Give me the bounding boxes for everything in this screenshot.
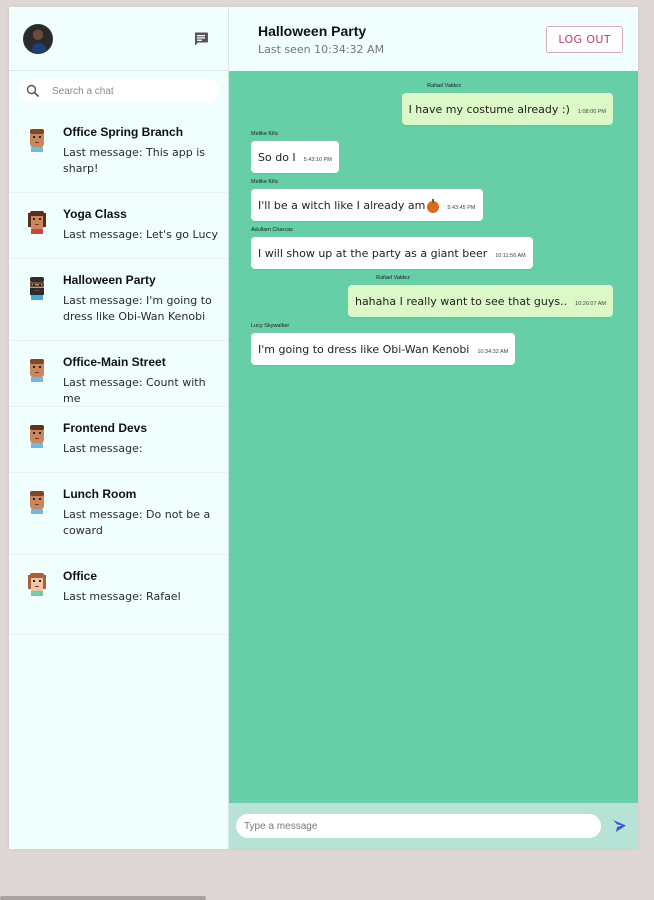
chat-last-message: Last message: Count with me [63, 376, 206, 405]
send-icon [612, 820, 626, 832]
chat-info: Yoga Class Last message: Let's go Lucy [63, 207, 220, 258]
message-text: I have my costume already :) [408, 103, 570, 116]
avatar-bun [23, 421, 51, 449]
message-time: 10:11:56 AM [495, 253, 526, 259]
chat-info: Office-Main Street Last message: Count wi… [63, 355, 220, 406]
chat-list: Office Spring Branch Last message: This a… [9, 111, 228, 849]
message-author: Rafael Valdez [427, 83, 461, 89]
avatar-bearded [23, 273, 51, 301]
chat-last-message: Last message: Do not be a coward [63, 508, 211, 537]
search-box [18, 79, 219, 103]
message-author: Adullam Charcas [251, 227, 293, 233]
message-author: Lucy Skywalker [251, 323, 290, 329]
message-text: I'll be a witch like I already am [258, 199, 426, 212]
sidebar: Office Spring Branch Last message: This a… [9, 7, 229, 849]
chat-name: Office Spring Branch [63, 125, 184, 139]
message: Adullam Charcas I will show up at the par… [251, 227, 613, 269]
window-scrollbar[interactable] [0, 896, 206, 900]
chat-last-message: Last message: I'm going to dress like Ob… [63, 294, 212, 323]
message: Rafael Valdez I have my costume already :… [251, 83, 613, 125]
chat-info: Lunch Room Last message: Do not be a cowa… [63, 487, 220, 554]
logout-button[interactable]: LOG OUT [546, 25, 623, 53]
chat-info: Office Spring Branch Last message: This a… [63, 125, 220, 192]
message-composer [229, 803, 638, 849]
chat-list-item[interactable]: Office Spring Branch Last message: This a… [9, 111, 228, 193]
chat-info: Office Last message: Rafael [63, 569, 220, 634]
chat-list-item[interactable]: Yoga Class Last message: Let's go Lucy [9, 193, 228, 259]
conversation-header: Halloween Party Last seen 10:34:32 AM LO… [229, 7, 638, 71]
conversation-panel: Halloween Party Last seen 10:34:32 AM LO… [229, 7, 638, 849]
message-author: Rafael Valdez [376, 275, 410, 281]
chat-list-item[interactable]: Office-Main Street Last message: Count wi… [9, 341, 228, 407]
message: Melike Kilic I'll be a witch like I alrea… [251, 179, 613, 221]
chat-app: Office Spring Branch Last message: This a… [9, 7, 638, 849]
sidebar-header [9, 7, 228, 71]
conversation-info: Halloween Party Last seen 10:34:32 AM [258, 23, 384, 56]
chat-name: Lunch Room [63, 487, 137, 501]
chat-list-item[interactable]: Lunch Room Last message: Do not be a cowa… [9, 473, 228, 555]
chat-last-message: Last message: Let's go Lucy [63, 228, 218, 241]
chat-info: Frontend Devs Last message: [63, 421, 220, 472]
chat-name: Office [63, 569, 98, 583]
search-container [9, 71, 228, 111]
chat-list-item[interactable]: Office Last message: Rafael [9, 555, 228, 635]
search-icon [26, 84, 40, 98]
message: Melike Kilic So do I 5:43:10 PM [251, 131, 613, 173]
message-bubble: I'll be a witch like I already am 5:43:45… [251, 189, 483, 221]
message-bubble: I'm going to dress like Obi-Wan Kenobi 10… [251, 333, 516, 365]
chat-info: Halloween Party Last message: I'm going t… [63, 273, 220, 340]
message-text: I will show up at the party as a giant b… [258, 247, 488, 260]
chat-name: Frontend Devs [63, 421, 148, 435]
message: Lucy Skywalker I'm going to dress like Ob… [251, 323, 613, 365]
message-text: So do I [258, 151, 296, 164]
message-text: I'm going to dress like Obi-Wan Kenobi [258, 343, 470, 356]
avatar-dark-hair [23, 207, 51, 235]
send-button[interactable] [609, 816, 629, 836]
avatar-tan [23, 487, 51, 515]
new-chat-icon[interactable] [191, 29, 211, 49]
message-author: Melike Kilic [251, 131, 279, 137]
message-time: 1:08:00 PM [577, 109, 606, 115]
chat-name: Yoga Class [63, 207, 127, 221]
avatar-tan [23, 125, 51, 153]
chat-last-message: Last message: Rafael [63, 590, 181, 603]
message-bubble: So do I 5:43:10 PM [251, 141, 339, 173]
chat-list-item[interactable]: Halloween Party Last message: I'm going t… [9, 259, 228, 341]
conversation-title: Halloween Party [258, 22, 367, 39]
chat-name: Office-Main Street [63, 355, 166, 369]
message-area: Rafael Valdez I have my costume already :… [229, 71, 638, 803]
message-time: 10:34:32 AM [477, 349, 509, 355]
message-bubble: I have my costume already :) 1:08:00 PM [401, 93, 613, 125]
pumpkin-emoji-icon [427, 199, 440, 213]
user-avatar[interactable] [23, 23, 53, 54]
message: Rafael Valdez hahaha I really want to see… [251, 275, 613, 317]
chat-list-item[interactable]: Frontend Devs Last message: [9, 407, 228, 473]
search-input[interactable] [52, 85, 202, 97]
avatar-light [23, 569, 51, 597]
last-seen-status: Last seen 10:34:32 AM [258, 42, 385, 56]
message-input[interactable] [236, 814, 601, 838]
avatar-tan [23, 355, 51, 383]
chat-name: Halloween Party [63, 273, 156, 287]
message-text: hahaha I really want to see that guys.. [354, 295, 568, 308]
message-bubble: hahaha I really want to see that guys.. 1… [347, 285, 613, 317]
message-author: Melike Kilic [251, 179, 279, 185]
message-bubble: I will show up at the party as a giant b… [251, 237, 533, 269]
message-time: 5:43:10 PM [303, 157, 332, 163]
message-time: 10:26:07 AM [575, 301, 606, 307]
message-time: 5:43:45 PM [447, 205, 476, 211]
chat-last-message: Last message: [63, 442, 143, 455]
chat-last-message: Last message: This app is sharp! [63, 146, 206, 175]
